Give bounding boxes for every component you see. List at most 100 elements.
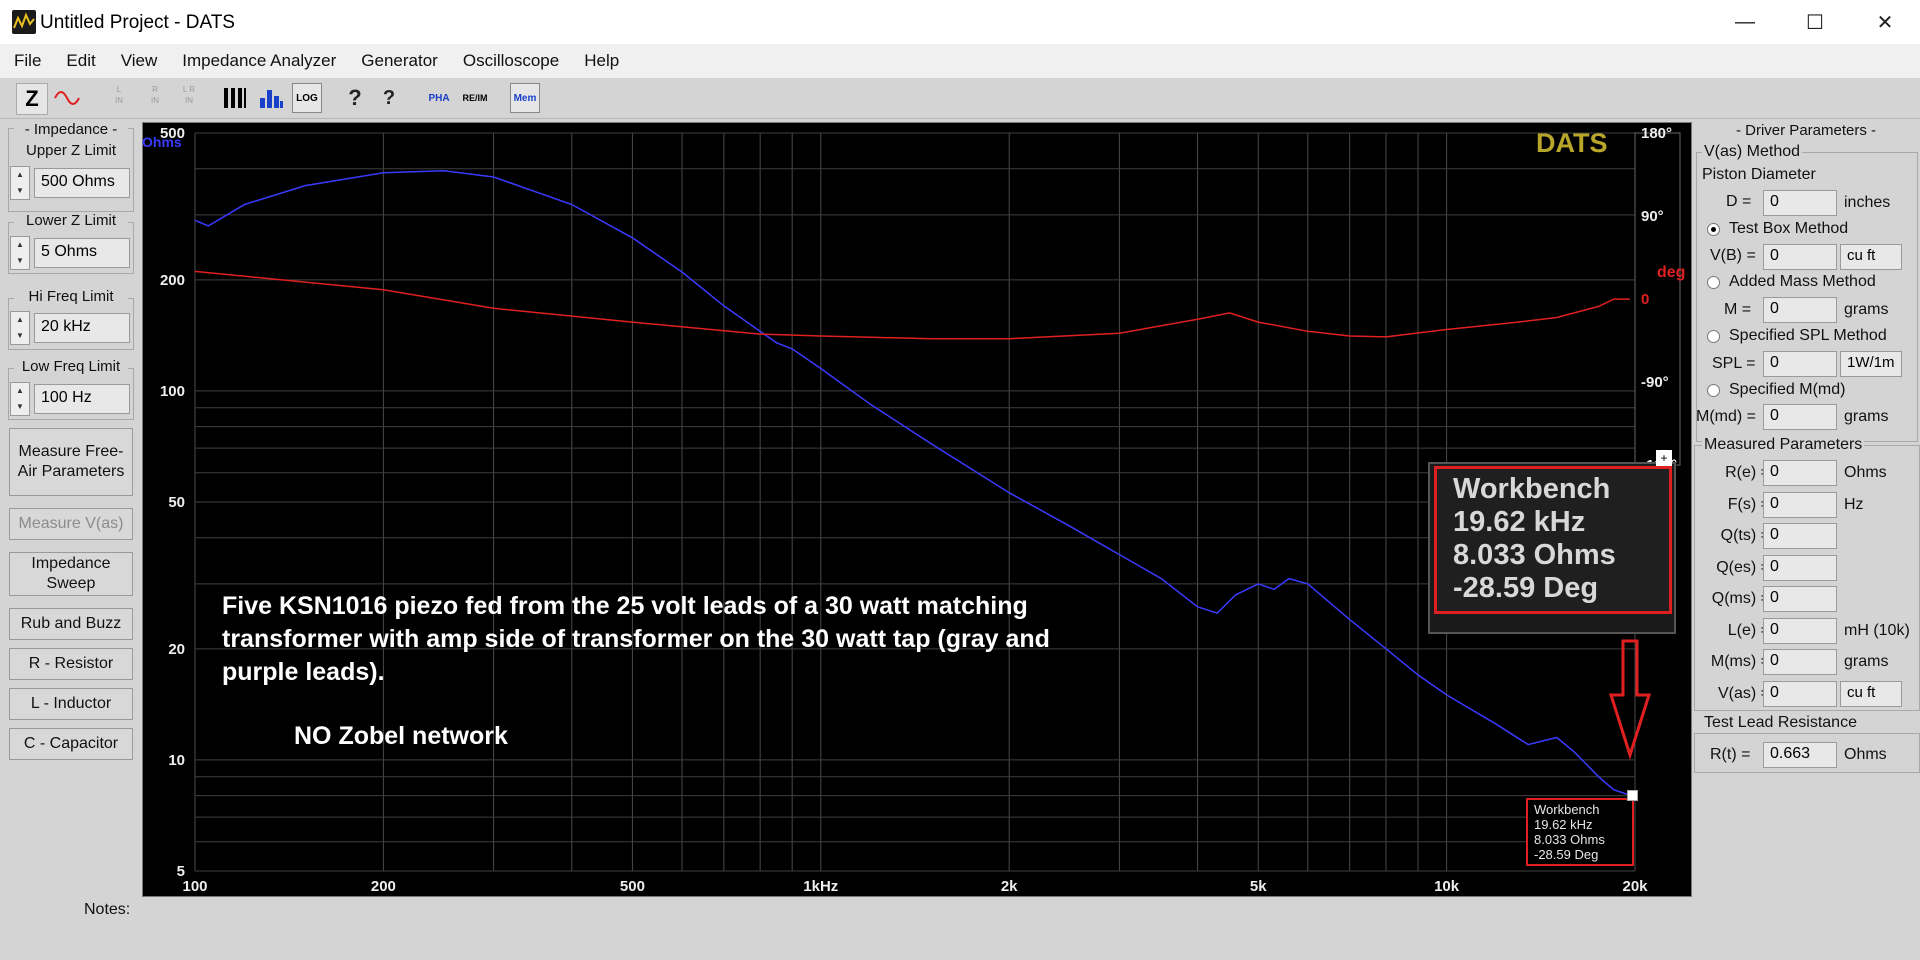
log-scale-button[interactable]: LOG [292, 83, 322, 113]
inductor-button[interactable]: L - Inductor [9, 688, 133, 720]
measured-unit: grams [1844, 653, 1889, 670]
rub-and-buzz-button[interactable]: Rub and Buzz [9, 608, 133, 640]
y-tick-label: 10 [168, 752, 185, 769]
x-tick-label: 2k [1001, 878, 1018, 895]
cursor-impedance: 8.033 Ohms [1453, 539, 1616, 571]
measured-unit: Ohms [1844, 464, 1887, 481]
mmd-field[interactable]: 0 [1763, 404, 1837, 430]
measured-row: F(s) = 0 Hz [1694, 491, 1920, 520]
impedance-curve [194, 170, 1636, 796]
m-label: M = [1724, 301, 1752, 318]
spl-field[interactable]: 0 [1763, 351, 1837, 377]
measured-label: Q(es) = [1716, 558, 1770, 576]
minimize-window-button[interactable]: — [1710, 0, 1780, 44]
measured-field[interactable]: 0 [1763, 460, 1837, 486]
measure-free-air-button[interactable]: Measure Free-Air Parameters [9, 428, 133, 496]
context-help-icon[interactable]: ? [374, 83, 404, 113]
rt-label: R(t) = [1710, 746, 1751, 763]
hi-freq-label: Hi Freq Limit [14, 288, 128, 305]
dats-brand: DATS [1536, 128, 1608, 158]
cursor-title: Workbench [1453, 473, 1611, 505]
menu-edit[interactable]: Edit [52, 51, 106, 71]
d-label: D = [1726, 193, 1752, 210]
cursor-readout-small: Workbench 19.62 kHz 8.033 Ohms -28.59 De… [1526, 798, 1634, 866]
cursor-close-icon[interactable]: + [1656, 450, 1672, 466]
waveform-icon[interactable] [52, 83, 82, 113]
hi-freq-spinner[interactable]: ▲ ▼ [10, 311, 30, 345]
d-field[interactable]: 0 [1763, 190, 1837, 216]
x-tick-label: 1kHz [803, 878, 838, 895]
plot-annotation: Five KSN1016 piezo fed from the 25 volt … [222, 592, 1050, 686]
help-icon[interactable]: ? [340, 83, 370, 113]
real-imag-button[interactable]: RE/IM [460, 83, 490, 113]
phase-tick-label: 90° [1641, 208, 1664, 225]
measured-field[interactable]: 0 [1763, 586, 1837, 612]
spl-method-label: Specified SPL Method [1729, 327, 1887, 344]
test-box-radio[interactable] [1707, 223, 1720, 236]
measured-field[interactable]: 0 [1763, 617, 1837, 644]
low-freq-spinner[interactable]: ▲ ▼ [10, 382, 30, 416]
measured-field[interactable]: 0 [1763, 554, 1837, 581]
vas-method-label: V(as) Method [1702, 143, 1803, 161]
m-field[interactable]: 0 [1763, 297, 1837, 323]
window-title: Untitled Project - DATS [40, 12, 235, 33]
impedance-title: - Impedance - [14, 121, 128, 138]
rt-field[interactable]: 0.663 [1763, 742, 1837, 768]
measured-unit: Hz [1844, 495, 1864, 513]
phase-curve [194, 270, 1630, 340]
vb-unit[interactable]: cu ft [1840, 244, 1902, 270]
measured-row: L(e) = 0 mH (10k) [1694, 617, 1920, 646]
x-tick-label: 10k [1434, 878, 1460, 895]
low-freq-field[interactable]: 100 Hz [34, 384, 130, 414]
hi-freq-field[interactable]: 20 kHz [34, 313, 130, 343]
spl-method-radio[interactable] [1707, 330, 1720, 343]
menu-help[interactable]: Help [570, 51, 630, 71]
menu-generator[interactable]: Generator [347, 51, 449, 71]
test-box-label: Test Box Method [1729, 220, 1849, 237]
upper-z-spinner[interactable]: ▲ ▼ [10, 166, 30, 200]
measured-field[interactable]: 0 [1763, 649, 1837, 675]
added-mass-radio[interactable] [1707, 276, 1720, 289]
lower-z-field[interactable]: 5 Ohms [34, 238, 130, 268]
driver-params-title: - Driver Parameters - [1692, 122, 1920, 139]
added-mass-label: Added Mass Method [1729, 273, 1876, 290]
x-tick-label: 100 [182, 878, 207, 895]
menu-impedance-analyzer[interactable]: Impedance Analyzer [168, 51, 347, 71]
right-in-icon[interactable]: R IN [140, 84, 170, 112]
measure-vas-button[interactable]: Measure V(as) [9, 508, 133, 540]
memory-button[interactable]: Mem [510, 83, 540, 113]
vb-field[interactable]: 0 [1763, 244, 1837, 270]
spl-unit[interactable]: 1W/1m [1840, 351, 1902, 377]
notes-field[interactable] [142, 920, 1688, 956]
phase-toggle-button[interactable]: PHA [424, 83, 454, 113]
measured-field[interactable]: 0 [1763, 491, 1837, 518]
measured-field[interactable]: 0 [1763, 523, 1837, 549]
capacitor-button[interactable]: C - Capacitor [9, 728, 133, 760]
resistor-button[interactable]: R - Resistor [9, 648, 133, 680]
maximize-window-button[interactable]: ☐ [1780, 0, 1850, 44]
impedance-mode-button[interactable]: Z [16, 83, 48, 115]
measured-row: Q(ts) = 0 [1694, 523, 1920, 551]
lower-z-spinner[interactable]: ▲ ▼ [10, 236, 30, 270]
cursor-frequency: 19.62 kHz [1453, 506, 1586, 538]
measured-field[interactable]: 0 [1763, 680, 1837, 707]
menu-file[interactable]: File [0, 51, 52, 71]
mmd-method-radio[interactable] [1707, 384, 1720, 397]
cursor-readout-large: Workbench 19.62 kHz 8.033 Ohms -28.59 De… [1434, 466, 1672, 614]
left-in-icon[interactable]: L IN [104, 84, 134, 112]
bar-chart-icon[interactable] [256, 83, 286, 113]
measured-params-title: Measured Parameters [1702, 436, 1865, 454]
menu-oscilloscope[interactable]: Oscilloscope [449, 51, 570, 71]
x-tick-label: 200 [371, 878, 396, 895]
measured-unit: mH (10k) [1844, 621, 1910, 639]
toolbar: Z LIN RIN L RIN LOG ? ? PHA RE/IM Mem Me… [0, 78, 1920, 172]
upper-z-field[interactable]: 500 Ohms [34, 168, 130, 198]
piston-diameter-label: Piston Diameter [1702, 166, 1816, 183]
impedance-sweep-button[interactable]: Impedance Sweep [9, 552, 133, 596]
close-window-button[interactable]: ✕ [1850, 0, 1920, 44]
cursor-marker-icon[interactable] [1627, 790, 1638, 801]
lr-in-icon[interactable]: L R IN [174, 84, 204, 112]
notes-label: Notes: [84, 901, 131, 918]
piano-icon[interactable] [220, 83, 250, 113]
menu-view[interactable]: View [107, 51, 169, 71]
